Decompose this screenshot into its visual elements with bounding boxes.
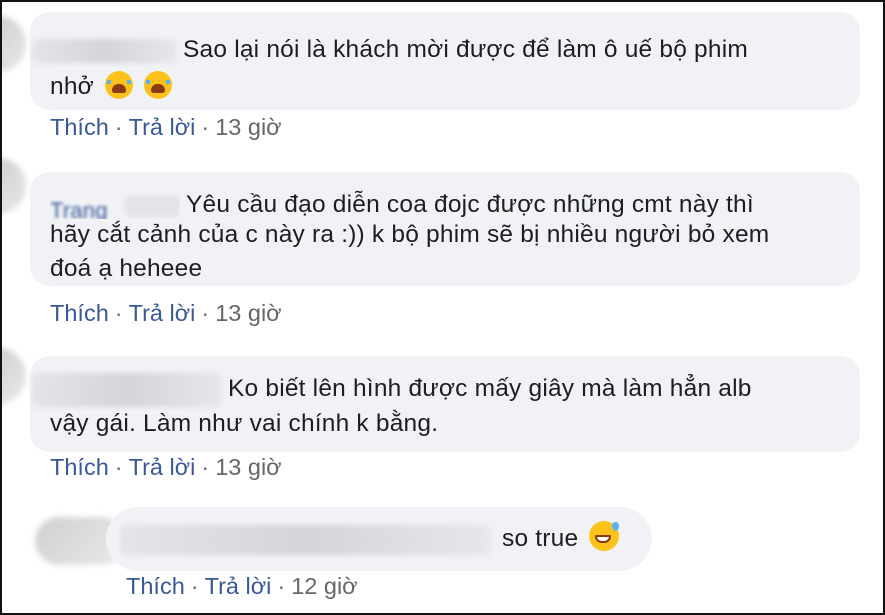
avatar[interactable] bbox=[2, 16, 26, 72]
comment-bubble: Trang Yêu cầu đạo diễn coa đojc được nhữ… bbox=[30, 172, 860, 286]
reply-link[interactable]: Trả lời bbox=[129, 114, 196, 140]
comment-text: Sao lại nói là khách mời được để làm ô u… bbox=[183, 36, 748, 63]
comment-actions: Thích · Trả lời · 12 giờ bbox=[126, 573, 358, 599]
avatar[interactable] bbox=[2, 158, 26, 214]
comment-bubble: Sao lại nói là khách mời được để làm ô u… bbox=[30, 12, 860, 110]
comment-actions: Thích · Trả lời · 13 giờ bbox=[50, 114, 282, 140]
reply-link[interactable]: Trả lời bbox=[129, 454, 196, 480]
timestamp[interactable]: 13 giờ bbox=[215, 454, 281, 480]
author-name-blurred[interactable] bbox=[120, 524, 490, 555]
grinning-face-with-sweat-icon bbox=[589, 521, 620, 551]
like-link[interactable]: Thích bbox=[50, 454, 109, 480]
timestamp[interactable]: 13 giờ bbox=[215, 114, 281, 140]
reply-link[interactable]: Trả lời bbox=[205, 573, 272, 599]
comment-text: hãy cắt cảnh của c này ra :)) k bộ phim … bbox=[50, 221, 770, 248]
comment-text: đoá ạ heheee bbox=[50, 255, 203, 282]
comment-bubble: Ko biết lên hình được mấy giây mà làm hẳ… bbox=[30, 356, 860, 452]
comments-panel: Sao lại nói là khách mời được để làm ô u… bbox=[0, 0, 885, 615]
comment-text: Yêu cầu đạo diễn coa đojc được những cmt… bbox=[186, 191, 754, 218]
timestamp[interactable]: 13 giờ bbox=[215, 300, 281, 326]
loudly-crying-face-icon bbox=[104, 71, 133, 99]
comment-text: nhở bbox=[50, 73, 94, 100]
comment-text: vậy gái. Làm như vai chính k bằng. bbox=[50, 410, 439, 437]
like-link[interactable]: Thích bbox=[50, 300, 109, 326]
comment-actions: Thích · Trả lời · 13 giờ bbox=[50, 300, 282, 326]
like-link[interactable]: Thích bbox=[50, 114, 109, 140]
reply-link[interactable]: Trả lời bbox=[129, 300, 196, 326]
like-link[interactable]: Thích bbox=[126, 573, 185, 599]
avatar[interactable] bbox=[2, 348, 26, 404]
comment-text: Ko biết lên hình được mấy giây mà làm hẳ… bbox=[228, 375, 752, 402]
timestamp[interactable]: 12 giờ bbox=[291, 573, 357, 599]
comment-bubble: so true bbox=[106, 507, 652, 571]
author-name-blurred[interactable] bbox=[32, 38, 177, 63]
author-name-blurred[interactable] bbox=[32, 372, 222, 407]
loudly-crying-face-icon bbox=[143, 71, 172, 99]
comment-actions: Thích · Trả lời · 13 giờ bbox=[50, 454, 282, 480]
author-name[interactable]: Trang bbox=[50, 193, 180, 219]
comment-text: so true bbox=[502, 525, 579, 552]
